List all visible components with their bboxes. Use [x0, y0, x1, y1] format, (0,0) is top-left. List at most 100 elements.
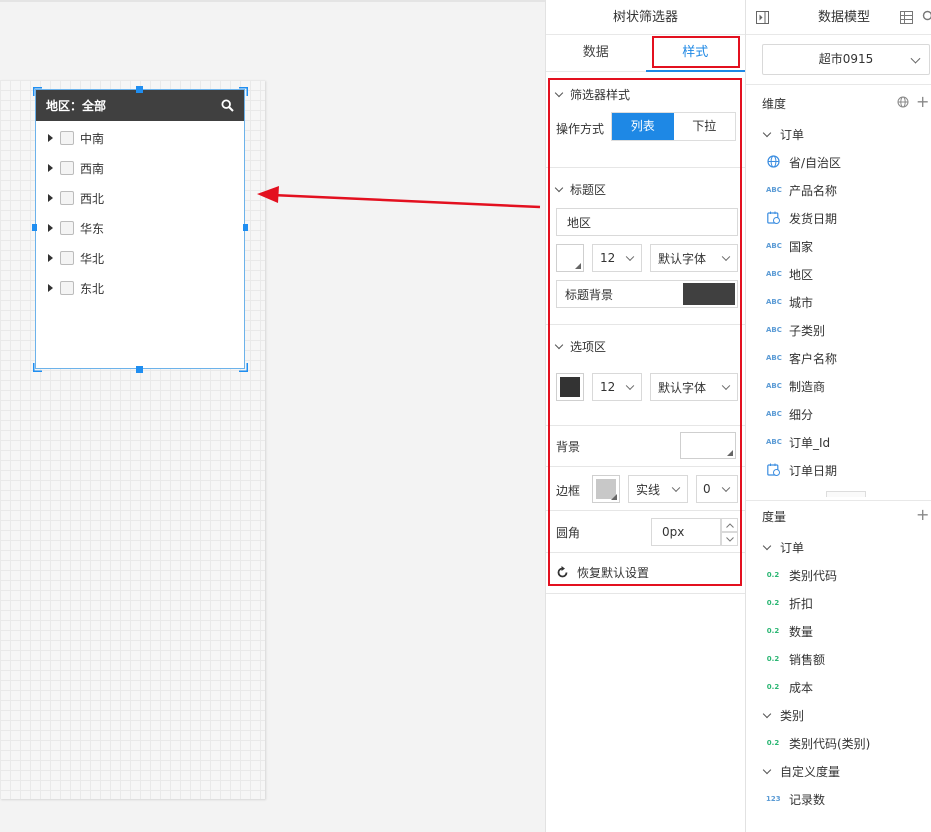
data-model-title: 数据模型 — [818, 10, 871, 25]
tree-node-label: 华北 — [80, 251, 105, 266]
active-tab-indicator — [646, 70, 746, 72]
tree-node[interactable]: 华北 — [36, 243, 244, 273]
add-dimension-button[interactable]: + — [916, 94, 929, 110]
tree-node-label: 华东 — [80, 221, 105, 236]
text-icon: ABC — [766, 326, 782, 334]
dimension-field[interactable]: ABC 订单_Id — [766, 432, 830, 452]
tree-node[interactable]: 西北 — [36, 183, 244, 213]
globe-icon — [766, 154, 780, 170]
measure-group[interactable]: 类别 — [762, 705, 804, 725]
resize-handle-right[interactable] — [243, 224, 248, 231]
checkbox[interactable] — [60, 251, 74, 265]
field-label: 省/自治区 — [789, 155, 842, 170]
field-label: 订单日期 — [789, 463, 838, 478]
tree-node[interactable]: 西南 — [36, 153, 244, 183]
tab-data[interactable]: 数据 — [546, 35, 646, 71]
scrollbar-thumb[interactable] — [826, 491, 866, 497]
measure-field[interactable]: 0.2 数量 — [766, 621, 813, 641]
dimension-field[interactable]: ABC 客户名称 — [766, 348, 837, 368]
tree-filter-widget[interactable]: 地区：全部 中南 西南 西北 华东 华北 东北 — [35, 89, 245, 369]
expand-arrow-icon[interactable] — [48, 284, 53, 292]
decimal-icon: 0.2 — [766, 571, 780, 579]
measure-field[interactable]: 0.2 类别代码(类别) — [766, 733, 871, 753]
tree-node[interactable]: 东北 — [36, 273, 244, 303]
tree-node[interactable]: 华东 — [36, 213, 244, 243]
measure-field[interactable]: 0.2 折扣 — [766, 593, 813, 613]
measure-field[interactable]: 0.2 类别代码 — [766, 565, 837, 585]
decimal-icon: 0.2 — [766, 599, 780, 607]
field-label: 成本 — [789, 680, 814, 695]
measure-field[interactable]: 0.2 销售额 — [766, 649, 825, 669]
field-label: 子类别 — [789, 323, 826, 338]
measure-field[interactable]: 0.2 成本 — [766, 677, 813, 697]
chevron-down-icon — [762, 709, 772, 718]
expand-arrow-icon[interactable] — [48, 134, 53, 142]
tree-node[interactable]: 中南 — [36, 123, 244, 153]
text-icon: ABC — [766, 410, 782, 418]
measure-group[interactable]: 自定义度量 — [762, 761, 841, 781]
dimension-field[interactable]: ABC 产品名称 — [766, 180, 837, 200]
resize-corner-bottom-right[interactable] — [239, 363, 248, 372]
search-icon[interactable] — [221, 99, 234, 112]
tree-node-label: 东北 — [80, 281, 105, 296]
field-label: 国家 — [789, 239, 814, 254]
field-label: 记录数 — [789, 792, 826, 807]
checkbox[interactable] — [60, 281, 74, 295]
dimension-field[interactable]: ABC 国家 — [766, 236, 813, 256]
checkbox[interactable] — [60, 221, 74, 235]
dimension-field[interactable]: 省/自治区 — [766, 152, 841, 172]
resize-handle-left[interactable] — [32, 224, 37, 231]
field-label: 数量 — [789, 624, 814, 639]
text-icon: ABC — [766, 270, 782, 278]
chevron-down-icon — [762, 541, 772, 550]
dataset-select[interactable]: 超市0915 — [762, 44, 930, 75]
field-label: 类别代码(类别) — [789, 736, 871, 751]
tree-node-label: 中南 — [80, 131, 105, 146]
resize-corner-bottom-left[interactable] — [33, 363, 42, 372]
decimal-icon: 0.2 — [766, 683, 780, 691]
dimension-field[interactable]: ABC 城市 — [766, 292, 813, 312]
canvas-top-border — [0, 0, 545, 2]
add-measure-button[interactable]: + — [916, 507, 929, 523]
expand-arrow-icon[interactable] — [48, 254, 53, 262]
tree-node-label: 西南 — [80, 161, 105, 176]
checkbox[interactable] — [60, 191, 74, 205]
measures-title: 度量 — [762, 510, 787, 524]
tree-node-label: 西北 — [80, 191, 105, 206]
collapse-panel-icon[interactable] — [756, 11, 769, 24]
group-label: 自定义度量 — [780, 764, 841, 779]
dimension-field[interactable]: ABC 制造商 — [766, 376, 825, 396]
dimension-field[interactable]: ABC 地区 — [766, 264, 813, 284]
checkbox[interactable] — [60, 161, 74, 175]
divider — [546, 593, 746, 594]
decimal-icon: 0.2 — [766, 655, 780, 663]
resize-handle-top[interactable] — [136, 86, 143, 93]
resize-corner-top-left[interactable] — [33, 87, 42, 96]
measure-group[interactable]: 订单 — [762, 537, 804, 557]
checkbox[interactable] — [60, 131, 74, 145]
data-model-panel: 数据模型 超市0915 维度 + 订单 省/自治区 ABC 产品名称 发货日期 ABC 国… — [745, 0, 931, 832]
integer-icon: 123 — [766, 795, 781, 803]
decimal-icon: 0.2 — [766, 627, 780, 635]
dimension-field[interactable]: ABC 子类别 — [766, 320, 825, 340]
field-label: 地区 — [789, 267, 814, 282]
resize-corner-top-right[interactable] — [239, 87, 248, 96]
tree-list: 中南 西南 西北 华东 华北 东北 — [36, 121, 244, 303]
filter-style-panel: 树状筛选器 数据 样式 筛选器样式 操作方式 列表 下拉 标题区 地区 12 默… — [545, 0, 746, 832]
text-icon: ABC — [766, 354, 782, 362]
group-label: 订单 — [780, 127, 805, 142]
table-icon[interactable] — [900, 11, 913, 24]
search-icon[interactable] — [922, 10, 931, 23]
measure-field[interactable]: 123 记录数 — [766, 789, 825, 809]
field-label: 类别代码 — [789, 568, 838, 583]
resize-handle-bottom[interactable] — [136, 366, 143, 373]
expand-arrow-icon[interactable] — [48, 164, 53, 172]
text-icon: ABC — [766, 382, 782, 390]
dimension-group[interactable]: 订单 — [762, 124, 805, 144]
expand-arrow-icon[interactable] — [48, 194, 53, 202]
dimension-field[interactable]: 发货日期 — [766, 208, 837, 228]
dimension-field[interactable]: 订单日期 — [766, 460, 837, 480]
expand-arrow-icon[interactable] — [48, 224, 53, 232]
dimension-field[interactable]: ABC 细分 — [766, 404, 813, 424]
globe-icon[interactable] — [897, 96, 909, 108]
